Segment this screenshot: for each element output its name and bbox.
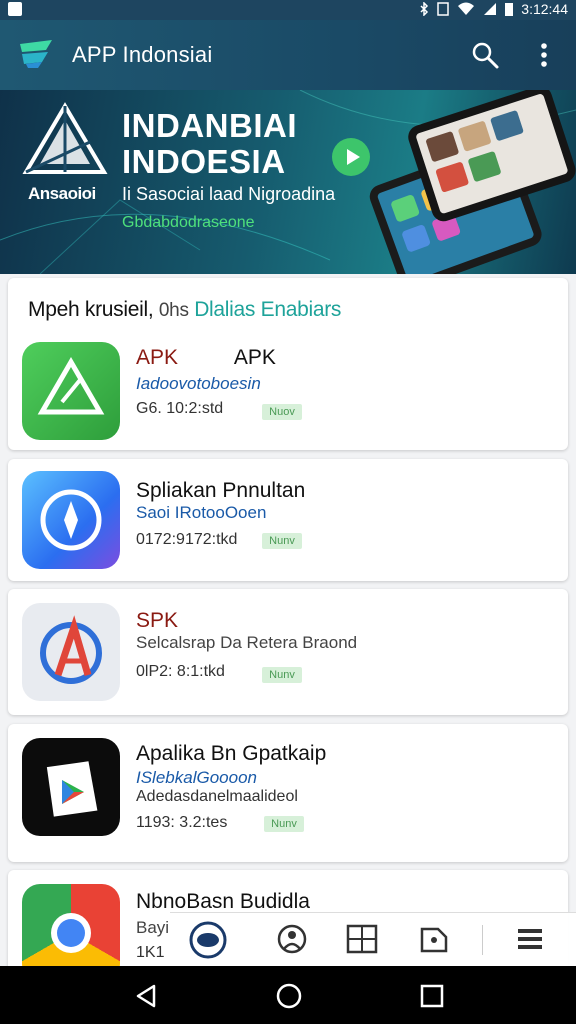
app-3-meta: 0lP2: 8:1:tkd bbox=[136, 663, 225, 680]
section-title-suffix: 0hs bbox=[158, 300, 189, 321]
bluetooth-icon bbox=[420, 2, 429, 16]
banner-tagline: Ii Sasociai laad Nigroadina bbox=[122, 184, 336, 204]
wifi-icon bbox=[458, 2, 475, 15]
section-title: Mpeh krusieil, 0hs Dlalias Enabiars bbox=[28, 298, 341, 322]
back-icon[interactable] bbox=[132, 982, 160, 1010]
status-time: 3:12:44 bbox=[521, 1, 568, 17]
promo-banner[interactable]: Ansaoioi INDANBIAI INDOESIA Ii Sasociai … bbox=[0, 90, 576, 274]
home-icon[interactable] bbox=[275, 982, 303, 1010]
banner-logo-text: Ansaoioi bbox=[28, 184, 96, 203]
search-icon[interactable] bbox=[470, 40, 500, 70]
status-bar: 3:12:44 bbox=[0, 0, 576, 20]
app-1-subtitle: Iadoovotoboesin bbox=[136, 374, 261, 393]
app-5-subtitle: Bayi bbox=[136, 918, 170, 937]
app-2-subtitle: Saoi IRotooOoen bbox=[136, 503, 267, 522]
menu-tab-icon[interactable] bbox=[510, 921, 550, 957]
banner-title-line1: INDANBIAI bbox=[122, 107, 297, 144]
app-2-badge: Nunv bbox=[262, 533, 302, 549]
app-card-2[interactable]: Spliakan Pnnultan Saoi IRotooOoen 0172:9… bbox=[8, 459, 568, 581]
compass-icon bbox=[22, 471, 120, 569]
app-card-3[interactable]: SPK Selcalsrap Da Retera Braond 0lP2: 8:… bbox=[8, 589, 568, 715]
app-4-subtitle: ISlebkalGoooon bbox=[136, 768, 257, 787]
featured-section-card: Mpeh krusieil, 0hs Dlalias Enabiars APK … bbox=[8, 278, 568, 450]
nfc-icon bbox=[437, 2, 450, 16]
recents-icon[interactable] bbox=[418, 982, 446, 1010]
app-store-icon bbox=[22, 603, 120, 701]
app-2-name: Spliakan Pnnultan bbox=[136, 479, 306, 502]
app-4-name: Apalika Bn Gpatkaip bbox=[136, 742, 327, 765]
puzzle-tab-icon[interactable] bbox=[414, 921, 454, 957]
app-bar: APP Indonsiai bbox=[0, 20, 576, 90]
home-tab-icon[interactable] bbox=[184, 921, 232, 959]
app-4-meta: 1193: 3.2:tes bbox=[136, 814, 228, 831]
notification-icon bbox=[8, 2, 22, 16]
section-title-main: Mpeh krusieil, bbox=[28, 298, 154, 321]
grid-tab-icon[interactable] bbox=[342, 921, 382, 957]
apk-installer-icon[interactable] bbox=[22, 342, 120, 440]
banner-tagline-2: Gbdabdodraseone bbox=[122, 214, 255, 231]
app-5-name: NbnoBasn Budidla bbox=[136, 890, 310, 913]
app-1-meta: G6. 10:2:std bbox=[136, 400, 224, 417]
signal-icon bbox=[484, 3, 497, 15]
app-5-meta: 1K1 bbox=[136, 944, 165, 961]
app-3-name: SPK bbox=[136, 609, 179, 632]
app-title: APP Indonsiai bbox=[72, 42, 213, 67]
bottom-tab-bar bbox=[170, 912, 576, 967]
battery-icon bbox=[505, 3, 514, 16]
profile-tab-icon[interactable] bbox=[272, 921, 312, 957]
banner-title: INDANBIAI INDOESIA bbox=[122, 108, 297, 180]
app-3-badge: Nunv bbox=[262, 667, 302, 683]
app-4-badge: Nunv bbox=[264, 816, 304, 832]
app-logo-icon bbox=[20, 40, 52, 68]
banner-title-line2: INDOESIA bbox=[122, 143, 286, 180]
app-1-name-primary: APK bbox=[136, 346, 179, 369]
app-2-meta: 0172:9172:tkd bbox=[136, 531, 238, 548]
tab-divider bbox=[482, 925, 483, 955]
app-4-meta-2: Adedasdanelmaalideol bbox=[136, 788, 298, 805]
status-right: 3:12:44 bbox=[419, 1, 568, 17]
app-3-subtitle: Selcalsrap Da Retera Braond bbox=[136, 633, 358, 652]
system-nav-bar bbox=[0, 966, 576, 1024]
banner-phones-image bbox=[369, 90, 576, 274]
status-left bbox=[8, 2, 22, 16]
play-store-icon bbox=[22, 738, 120, 836]
more-vert-icon[interactable] bbox=[534, 40, 554, 70]
app-1-badge: Nuov bbox=[262, 404, 302, 420]
app-1-name-secondary: APK bbox=[233, 346, 276, 369]
section-accent-link[interactable]: Dlalias Enabiars bbox=[194, 298, 341, 321]
app-1-name[interactable]: APK APK bbox=[136, 346, 276, 370]
banner-logo-icon bbox=[22, 102, 108, 174]
app-card-4[interactable]: Apalika Bn Gpatkaip ISlebkalGoooon Adeda… bbox=[8, 724, 568, 862]
